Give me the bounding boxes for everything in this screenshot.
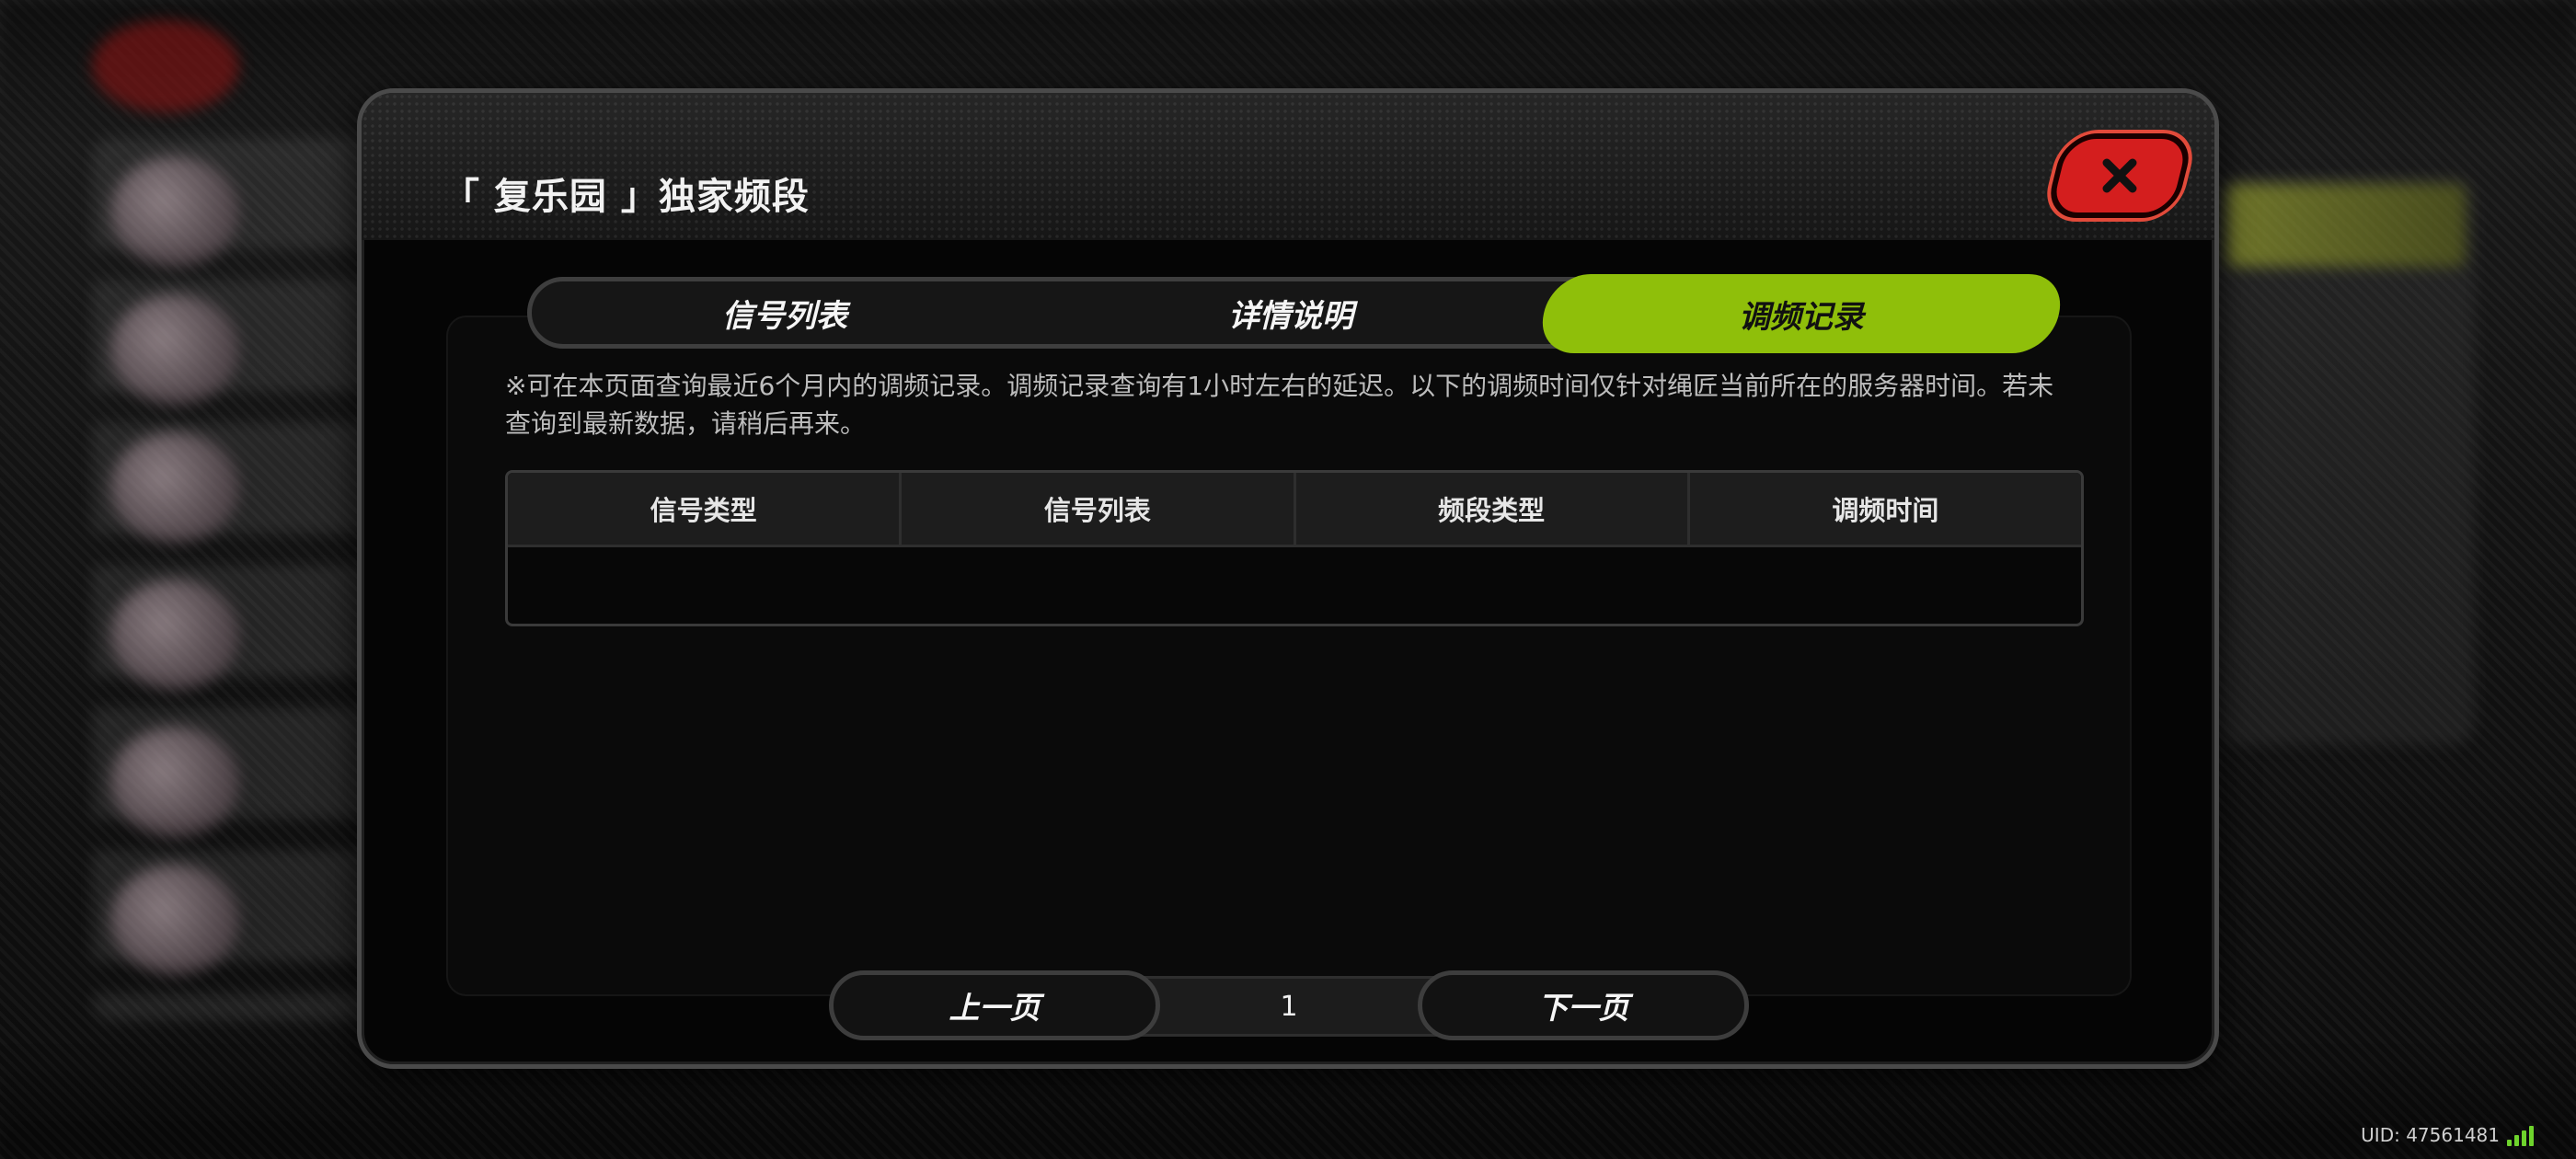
background-avatar — [110, 432, 239, 543]
exclusive-channel-dialog: 「 复乐园 」独家频段 信号列表 详情说明 调频记录 ※可在本页面查询最近6个月… — [357, 88, 2219, 1069]
next-page-button[interactable]: 下一页 — [1418, 970, 1749, 1040]
column-signal-type: 信号类型 — [508, 473, 903, 545]
column-band-type: 频段类型 — [1296, 473, 1690, 545]
column-tuning-time: 调频时间 — [1832, 495, 1939, 526]
column-signal-list: 信号列表 — [902, 473, 1296, 545]
tab-bar: 信号列表 详情说明 调频记录 — [527, 274, 2068, 353]
background-avatar — [110, 865, 239, 975]
table-body — [508, 547, 2081, 624]
background-avatar — [110, 294, 239, 405]
close-x-icon — [2102, 158, 2137, 193]
screen: 「 复乐园 」独家频段 信号列表 详情说明 调频记录 ※可在本页面查询最近6个月… — [0, 0, 2576, 1159]
dialog-title: 「 复乐园 」独家频段 — [443, 176, 810, 218]
background-badge — [92, 20, 239, 112]
background-avatar — [110, 580, 239, 690]
table-header: 信号类型 信号列表 频段类型 调频时间 — [508, 473, 2081, 547]
tab-details[interactable]: 详情说明 — [1038, 281, 1544, 344]
background-avatar — [110, 727, 239, 837]
uid-text: UID: 47561481 — [2361, 1124, 2500, 1146]
close-button[interactable] — [2043, 133, 2196, 218]
background-avatar — [110, 156, 239, 267]
network-signal-icon — [2507, 1126, 2534, 1146]
dialog-header: 「 复乐园 」独家频段 — [362, 93, 2214, 240]
tab-tuning-records-label: 调频记录 — [1739, 298, 1864, 336]
background-right-title — [2226, 184, 2466, 267]
tab-tuning-records[interactable]: 调频记录 — [1535, 274, 2068, 353]
info-note: ※可在本页面查询最近6个月内的调频记录。调频记录查询有1小时左右的延迟。以下的调… — [505, 371, 2054, 439]
uid-footer: UID: 47561481 — [2361, 1124, 2534, 1146]
tuning-records-table: 信号类型 信号列表 频段类型 调频时间 — [505, 470, 2084, 626]
pagination: 1 上一页 下一页 — [829, 970, 1749, 1040]
tab-signal-list[interactable]: 信号列表 — [532, 281, 1038, 344]
prev-page-button[interactable]: 上一页 — [829, 970, 1160, 1040]
